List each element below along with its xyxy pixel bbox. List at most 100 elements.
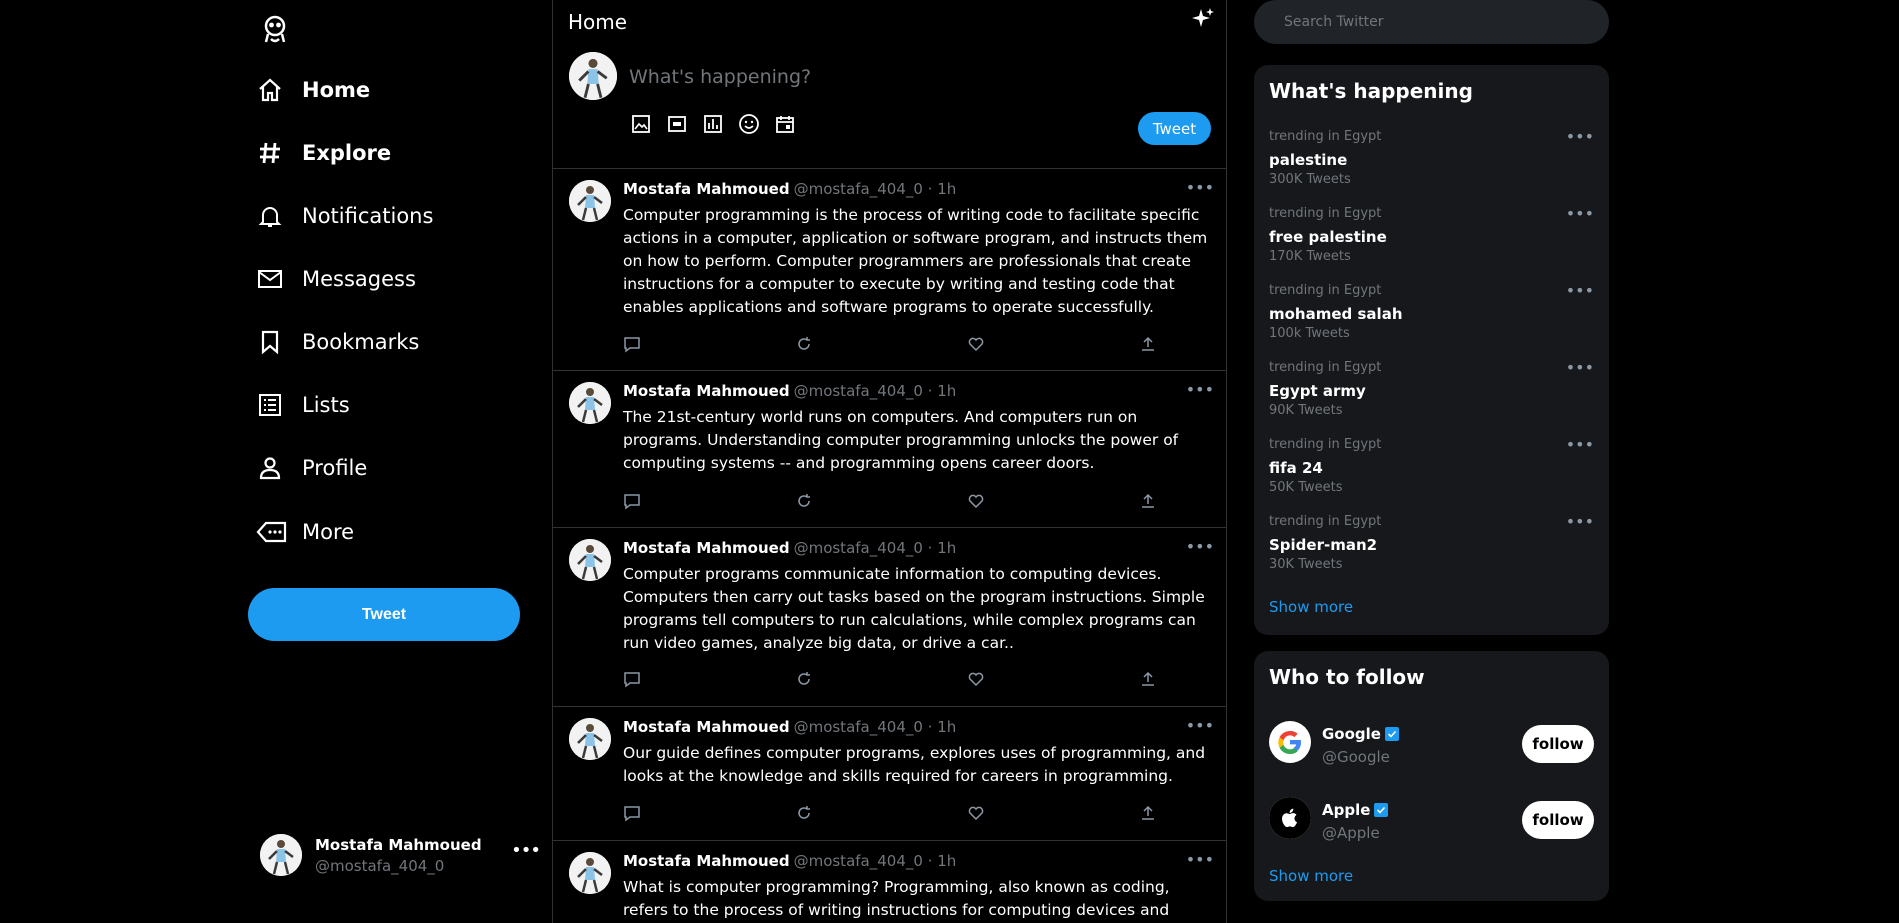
- tweet-header: Mostafa Mahmoued @mostafa_404_0 · 1h: [623, 382, 956, 400]
- share-icon[interactable]: [1139, 335, 1159, 355]
- tweet-card[interactable]: Mostafa Mahmoued @mostafa_404_0 · 1h ••• …: [553, 842, 1226, 923]
- reply-icon[interactable]: [623, 492, 643, 512]
- tweet-actions: [623, 670, 1154, 690]
- tweet-author[interactable]: Mostafa Mahmoued: [623, 180, 790, 198]
- trend-item[interactable]: trending in Egypt mohamed salah 100k Twe…: [1269, 281, 1594, 341]
- trend-more-icon[interactable]: •••: [1566, 358, 1594, 377]
- like-icon[interactable]: [967, 804, 987, 824]
- follow-button[interactable]: follow: [1522, 801, 1594, 839]
- trend-context: trending in Egypt: [1269, 437, 1382, 452]
- trend-count: 170K Tweets: [1269, 249, 1351, 264]
- nav-profile-label: Profile: [302, 456, 368, 480]
- tweet-card[interactable]: Mostafa Mahmoued @mostafa_404_0 · 1h ••• …: [553, 708, 1226, 841]
- nav-notifications[interactable]: Notifications: [256, 196, 433, 236]
- tweet-handle-time: @mostafa_404_0 · 1h: [793, 180, 957, 198]
- tweet-text: Our guide defines computer programs, exp…: [623, 744, 1206, 785]
- trend-more-icon[interactable]: •••: [1566, 127, 1594, 146]
- nav-home[interactable]: Home: [256, 70, 370, 110]
- emoji-icon[interactable]: [737, 112, 761, 136]
- trend-context: trending in Egypt: [1269, 283, 1382, 298]
- tweet-handle-time: @mostafa_404_0 · 1h: [793, 539, 957, 557]
- retweet-icon[interactable]: [795, 335, 815, 355]
- follow-show-more-link[interactable]: Show more: [1269, 867, 1353, 885]
- sidebar-tweet-button[interactable]: Tweet: [248, 588, 520, 641]
- follow-button[interactable]: follow: [1522, 725, 1594, 763]
- google-logo-icon: [1269, 721, 1311, 763]
- tweet-more-icon[interactable]: •••: [1186, 850, 1214, 869]
- follow-suggestion[interactable]: Google @Google follow: [1269, 721, 1594, 769]
- trend-item[interactable]: trending in Egypt Egypt army 90K Tweets …: [1269, 358, 1594, 418]
- reply-icon[interactable]: [623, 335, 643, 355]
- tweet-card[interactable]: Mostafa Mahmoued @mostafa_404_0 · 1h ••• …: [553, 372, 1226, 528]
- trend-more-icon[interactable]: •••: [1566, 281, 1594, 300]
- sparkle-icon[interactable]: [1190, 6, 1216, 32]
- composer-tweet-button[interactable]: Tweet: [1138, 112, 1211, 145]
- list-icon: [256, 391, 284, 419]
- search-placeholder: Search Twitter: [1284, 14, 1384, 30]
- like-icon[interactable]: [967, 492, 987, 512]
- account-names: Mostafa Mahmoued @mostafa_404_0: [315, 836, 482, 875]
- tweet-more-icon[interactable]: •••: [1186, 716, 1214, 735]
- nav-profile[interactable]: Profile: [256, 448, 367, 488]
- trend-item[interactable]: trending in Egypt Spider-man2 30K Tweets…: [1269, 512, 1594, 572]
- avatar[interactable]: [569, 382, 611, 424]
- trend-item[interactable]: trending in Egypt palestine 300K Tweets …: [1269, 127, 1594, 187]
- trends-show-more-link[interactable]: Show more: [1269, 598, 1353, 616]
- tweet-author[interactable]: Mostafa Mahmoued: [623, 852, 790, 870]
- avatar[interactable]: [569, 539, 611, 581]
- tweet-more-icon[interactable]: •••: [1186, 178, 1214, 197]
- share-icon[interactable]: [1139, 670, 1159, 690]
- poll-icon[interactable]: [701, 112, 725, 136]
- trend-count: 30K Tweets: [1269, 557, 1343, 572]
- trend-more-icon[interactable]: •••: [1566, 435, 1594, 454]
- trend-item[interactable]: trending in Egypt fifa 24 50K Tweets •••: [1269, 435, 1594, 495]
- tweet-text: The 21st-century world runs on computers…: [623, 408, 1179, 472]
- account-switcher[interactable]: Mostafa Mahmoued @mostafa_404_0 •••: [260, 830, 541, 880]
- tweet-more-icon[interactable]: •••: [1186, 537, 1214, 556]
- tweet-card[interactable]: Mostafa Mahmoued @mostafa_404_0 · 1h ••• …: [553, 529, 1226, 707]
- avatar: [260, 834, 302, 876]
- like-icon[interactable]: [967, 335, 987, 355]
- nav-messages[interactable]: Messagess: [256, 259, 416, 299]
- retweet-icon[interactable]: [795, 804, 815, 824]
- nav-bookmarks[interactable]: Bookmarks: [256, 322, 419, 362]
- account-more-icon[interactable]: •••: [511, 840, 541, 861]
- follow-suggestion[interactable]: Apple @Apple follow: [1269, 797, 1594, 845]
- trend-count: 90K Tweets: [1269, 403, 1343, 418]
- tweet-author[interactable]: Mostafa Mahmoued: [623, 382, 790, 400]
- timeline-header: Home: [553, 0, 1226, 44]
- trend-topic: mohamed salah: [1269, 305, 1403, 323]
- gif-icon[interactable]: [665, 112, 689, 136]
- tweet-author[interactable]: Mostafa Mahmoued: [623, 539, 790, 557]
- tweet-card[interactable]: Mostafa Mahmoued @mostafa_404_0 · 1h ••• …: [553, 170, 1226, 371]
- tweet-author[interactable]: Mostafa Mahmoued: [623, 718, 790, 736]
- image-icon[interactable]: [629, 112, 653, 136]
- schedule-icon[interactable]: [773, 112, 797, 136]
- trend-more-icon[interactable]: •••: [1566, 512, 1594, 531]
- trend-more-icon[interactable]: •••: [1566, 204, 1594, 223]
- share-icon[interactable]: [1139, 804, 1159, 824]
- retweet-icon[interactable]: [795, 670, 815, 690]
- like-icon[interactable]: [967, 670, 987, 690]
- avatar[interactable]: [569, 852, 611, 894]
- bird-mascot-icon[interactable]: [258, 12, 292, 46]
- account-handle: @mostafa_404_0: [315, 856, 445, 875]
- tweet-more-icon[interactable]: •••: [1186, 380, 1214, 399]
- tweet-actions: [623, 492, 1154, 512]
- composer-input[interactable]: What's happening?: [629, 66, 811, 88]
- search-input[interactable]: Search Twitter: [1254, 0, 1609, 44]
- retweet-icon[interactable]: [795, 492, 815, 512]
- nav-lists-label: Lists: [302, 393, 350, 417]
- trend-item[interactable]: trending in Egypt free palestine 170K Tw…: [1269, 204, 1594, 264]
- share-icon[interactable]: [1139, 492, 1159, 512]
- avatar[interactable]: [569, 180, 611, 222]
- nav-lists[interactable]: Lists: [256, 385, 350, 425]
- nav-explore[interactable]: Explore: [256, 133, 391, 173]
- tweet-handle-time: @mostafa_404_0 · 1h: [793, 718, 957, 736]
- trend-topic: Egypt army: [1269, 382, 1366, 400]
- avatar[interactable]: [569, 718, 611, 760]
- nav-more-label: More: [302, 520, 355, 544]
- reply-icon[interactable]: [623, 804, 643, 824]
- reply-icon[interactable]: [623, 670, 643, 690]
- nav-more[interactable]: More: [256, 512, 354, 552]
